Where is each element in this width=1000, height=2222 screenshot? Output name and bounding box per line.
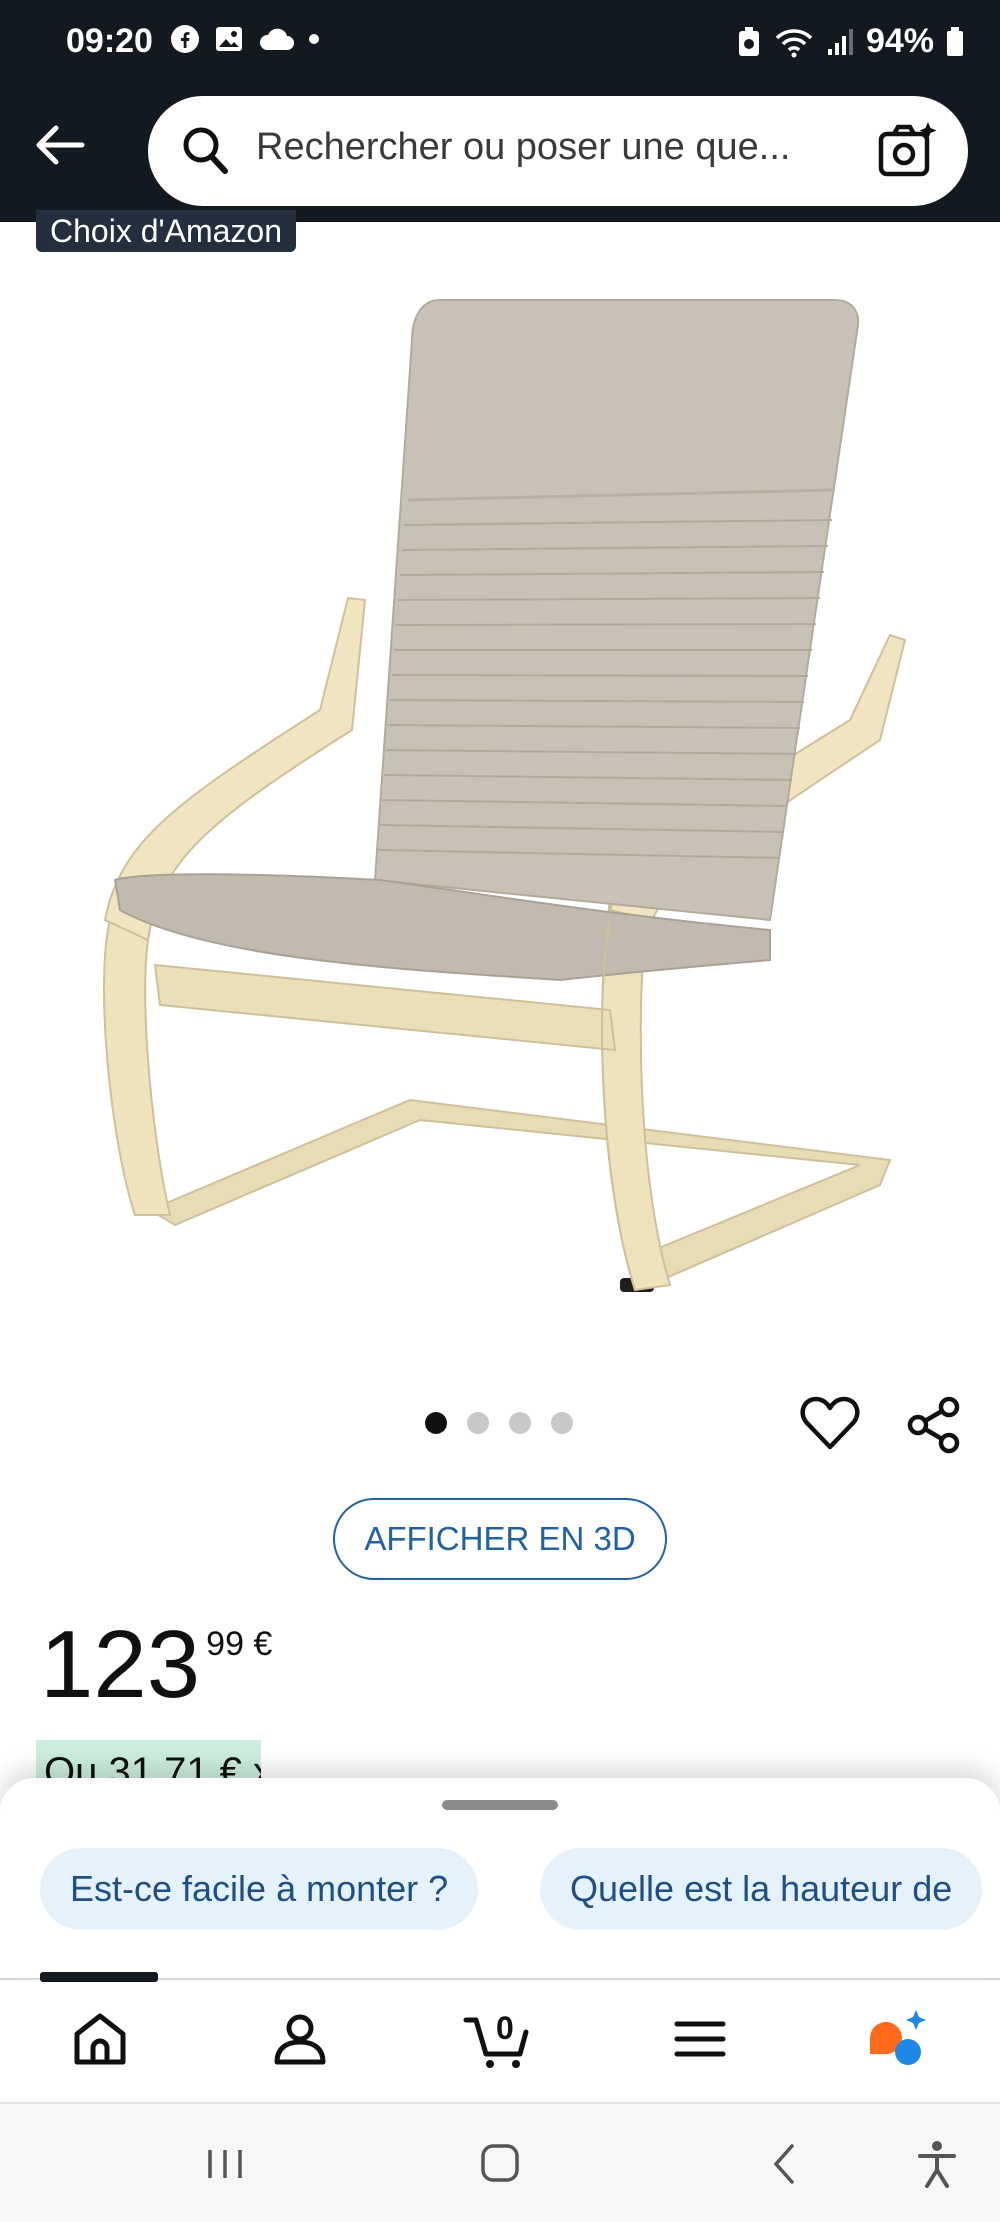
active-tab-indicator <box>40 1972 158 1982</box>
status-time: 09:20 <box>66 22 153 60</box>
rufus-suggestion-sheet[interactable]: Est-ce facile à monter ? Quelle est la h… <box>0 1778 1000 1978</box>
pagination-dot[interactable] <box>425 1412 447 1434</box>
pagination-dot[interactable] <box>551 1412 573 1434</box>
back-arrow-icon[interactable] <box>30 115 90 175</box>
price-whole: 123 <box>40 1611 201 1718</box>
accessibility-icon[interactable] <box>912 2136 962 2192</box>
search-bar[interactable]: Rechercher ou poser une que... <box>148 96 968 206</box>
status-bar: 09:20 94% <box>0 0 1000 82</box>
battery-icon <box>947 26 963 56</box>
back-button-icon[interactable] <box>760 2136 810 2192</box>
pagination-dot[interactable] <box>467 1412 489 1434</box>
product-price: 123 99 € <box>40 1615 272 1715</box>
suggestion-chip[interactable]: Est-ce facile à monter ? <box>40 1848 479 1930</box>
rufus-assistant-icon[interactable] <box>862 2004 932 2074</box>
data-saver-icon <box>738 26 759 56</box>
menu-icon[interactable] <box>665 2004 735 2074</box>
view-in-3d-button[interactable]: AFFICHER EN 3D <box>333 1498 667 1580</box>
sheet-handle[interactable] <box>442 1800 558 1810</box>
system-icons: 94% <box>736 22 964 61</box>
search-icon <box>183 127 228 174</box>
app-header: 09:20 94% Rechercher ou poser une que... <box>0 0 1000 222</box>
product-image[interactable] <box>90 280 910 1320</box>
price-cents: 99 € <box>206 1625 273 1663</box>
gallery-icon <box>216 27 242 51</box>
battery-level: 94% <box>865 22 934 60</box>
pagination-dot[interactable] <box>509 1412 531 1434</box>
search-input[interactable]: Rechercher ou poser une que... <box>256 126 790 169</box>
bottom-nav: 0 <box>0 1982 1000 2102</box>
amazon-choice-badge: Choix d'Amazon <box>36 210 296 252</box>
cloud-icon <box>259 28 294 50</box>
camera-search-icon[interactable] <box>876 120 938 182</box>
signal-icon <box>827 28 853 55</box>
cart-count: 0 <box>496 2010 514 2046</box>
facebook-icon <box>171 25 199 53</box>
home-button-icon[interactable] <box>475 2136 525 2192</box>
recent-apps-icon[interactable] <box>200 2136 250 2192</box>
heart-icon[interactable] <box>800 1395 860 1451</box>
home-icon[interactable] <box>65 2004 135 2074</box>
account-icon[interactable] <box>265 2004 335 2074</box>
share-icon[interactable] <box>905 1395 963 1455</box>
wifi-icon <box>775 28 813 57</box>
suggestion-chip[interactable]: Quelle est la hauteur de <box>540 1848 983 1930</box>
system-nav-bar <box>0 2102 1000 2222</box>
notification-icons <box>170 24 320 54</box>
cart-button[interactable]: 0 <box>462 2004 532 2074</box>
dot-icon <box>309 34 319 44</box>
image-pagination[interactable] <box>425 1412 573 1434</box>
